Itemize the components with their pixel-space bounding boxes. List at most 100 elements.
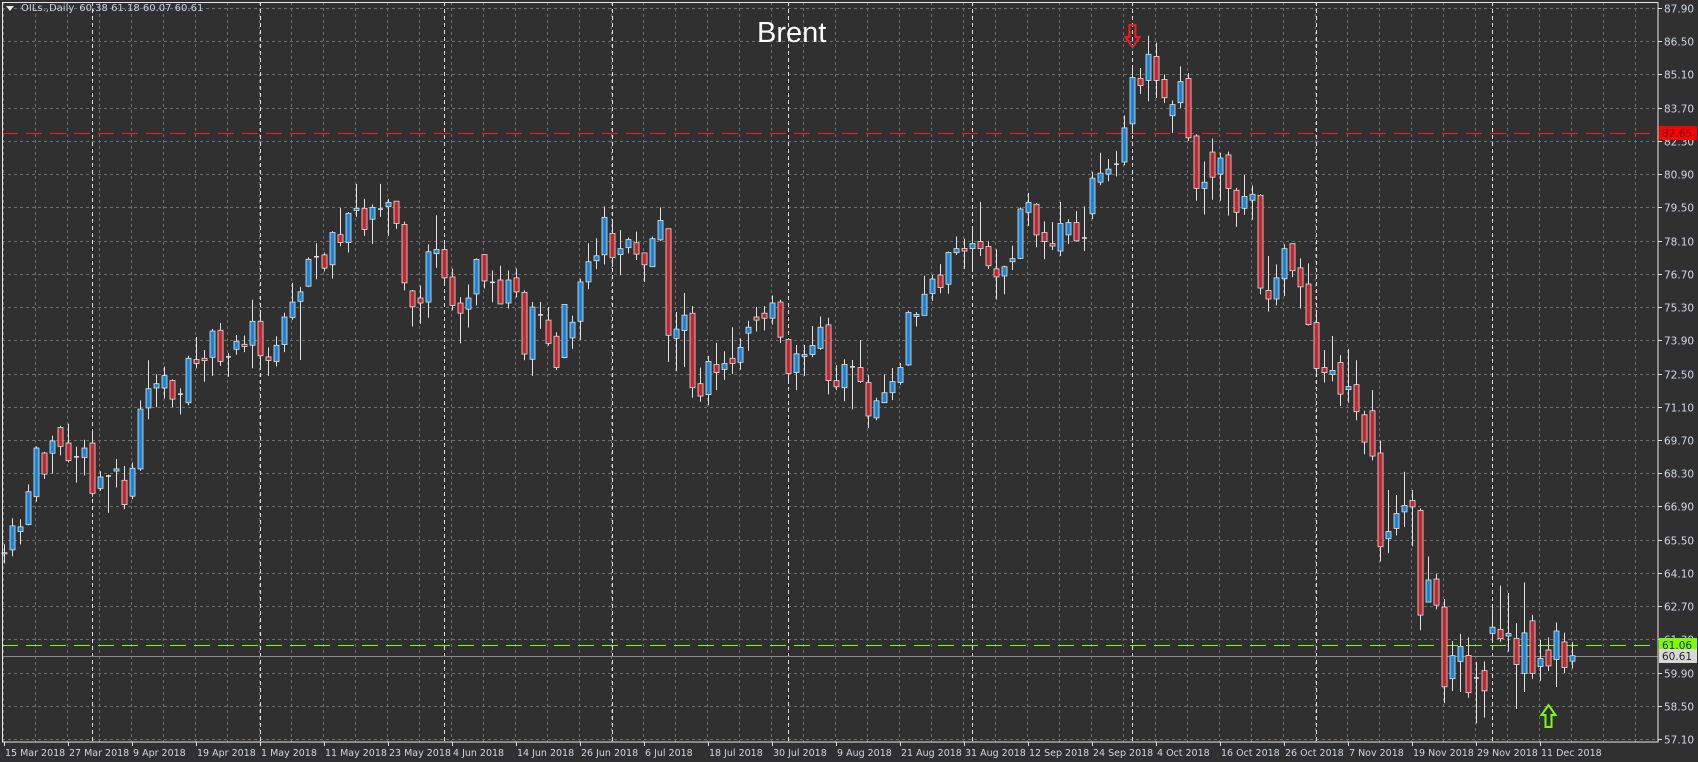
candle (1529, 614, 1536, 679)
candle-body-bull (1553, 630, 1560, 660)
date-tick-label: 14 Jun 2018 (517, 748, 574, 759)
date-tick-label: 26 Jun 2018 (581, 748, 638, 759)
candle-body-bear (1313, 322, 1320, 369)
candle-body-bull (137, 408, 144, 470)
candle (137, 400, 144, 471)
candlestick-chart[interactable]: 87.9086.5085.1083.7082.3080.9079.5078.10… (0, 0, 1698, 762)
candle-body-bear (65, 442, 72, 462)
candle (689, 306, 696, 398)
candle-body-bull (841, 364, 848, 389)
date-tick-label: 9 Apr 2018 (133, 748, 186, 759)
candle-body-bear (41, 452, 48, 475)
candle-body-bear (1033, 203, 1040, 236)
candle-body-bull (1345, 386, 1352, 391)
candle-body-bear (337, 234, 344, 243)
candle-body-bear (497, 279, 504, 305)
candle-body-bull (329, 232, 336, 266)
candle-body-bull (585, 261, 592, 283)
candle-body-bull (969, 243, 976, 250)
candle-body-bull (801, 354, 808, 357)
price-tick-label: 65.50 (1664, 536, 1694, 548)
candle-body-bull (1537, 658, 1544, 668)
candle-body-bull (1065, 222, 1072, 236)
candle-body-bear (729, 357, 736, 364)
candle-body-bull (529, 306, 536, 360)
price-tick-label: 79.50 (1664, 203, 1694, 215)
candle-body-bear (169, 380, 176, 400)
candle-body-bear (449, 276, 456, 306)
candle-body-bear (513, 277, 520, 293)
date-tick-label: 23 May 2018 (389, 748, 451, 759)
candle-body-bull (1281, 248, 1288, 280)
price-tick-label: 83.70 (1664, 104, 1694, 116)
candle-body-bull (1449, 655, 1456, 680)
candle-body-bear (257, 320, 264, 357)
candle-body-bull (1017, 208, 1024, 259)
candle-body-bull (473, 258, 480, 295)
price-axis[interactable]: 87.9086.5085.1083.7082.3080.9079.5078.10… (1658, 4, 1697, 747)
candle-body-bull (809, 345, 816, 355)
candle-body-bull (1241, 196, 1248, 209)
candle-body-bull (25, 491, 32, 525)
candle-body-bear (401, 224, 408, 284)
candle-body-bear (1497, 628, 1504, 640)
date-tick-label: 12 Sep 2018 (1029, 748, 1089, 759)
candle (1017, 207, 1024, 260)
candle-body-bear (481, 254, 488, 282)
candle-body-bull (289, 301, 296, 318)
candle-body-bull (721, 363, 728, 370)
candle-body-bear (193, 359, 200, 364)
candle-body-bull (737, 346, 744, 363)
candle-body-bear (713, 364, 720, 373)
candle (185, 355, 192, 406)
candle-body-bear (1337, 362, 1344, 395)
candle-body-bear (1465, 655, 1472, 694)
candle-body-bull (593, 255, 600, 262)
candle (873, 397, 880, 421)
price-tick-label: 78.10 (1664, 237, 1694, 249)
price-tick-label: 72.50 (1664, 370, 1694, 382)
candle-body-bear (641, 252, 648, 266)
candle-body-bear (545, 319, 552, 344)
price-tick-label: 87.90 (1664, 4, 1694, 16)
candle-body-bull (273, 344, 280, 363)
candle-body-bull (1569, 655, 1576, 662)
candle-body-bull (209, 330, 216, 358)
price-tick-label: 71.10 (1664, 403, 1694, 415)
candle-body-bull (433, 248, 440, 255)
candle-body-bull (1505, 632, 1512, 637)
candle-body-bear (393, 200, 400, 224)
candle-body-bear (1545, 649, 1552, 667)
symbol-period: OILs.,Daily (21, 3, 75, 14)
candle-body-bull (281, 316, 288, 345)
candle-body-bear (57, 427, 64, 447)
candle-body-bull (577, 281, 584, 322)
candle-body-bull (113, 468, 120, 472)
candle-body-bull (681, 314, 688, 331)
candle-body-bull (81, 447, 88, 458)
candle-body-bull (673, 328, 680, 339)
chart-title: Brent (757, 17, 827, 49)
dropdown-triangle-icon[interactable] (6, 6, 14, 11)
candle-body-bull (705, 360, 712, 396)
candle-body-bear (417, 297, 424, 304)
price-tick-label: 57.10 (1664, 735, 1694, 747)
candle-body-bear (1161, 79, 1168, 99)
candle-body-bear (633, 242, 640, 255)
price-tick-label: 75.30 (1664, 303, 1694, 315)
candle (1185, 73, 1192, 141)
candle (777, 299, 784, 343)
candle-body-bear (265, 356, 272, 361)
price-tick-label: 80.90 (1664, 170, 1694, 182)
candle-body-bull (1057, 223, 1064, 252)
candle-body-bull (897, 367, 904, 383)
candle-body-bear (689, 312, 696, 389)
candle-body-bull (1489, 626, 1496, 634)
candle (1377, 440, 1384, 562)
candle-body-bull (17, 526, 24, 532)
candle-body-bull (1105, 168, 1112, 175)
candle-body-bear (833, 380, 840, 388)
candle-body-bull (297, 291, 304, 302)
candle-body-bear (609, 233, 616, 259)
candle-body-bull (1169, 104, 1176, 117)
